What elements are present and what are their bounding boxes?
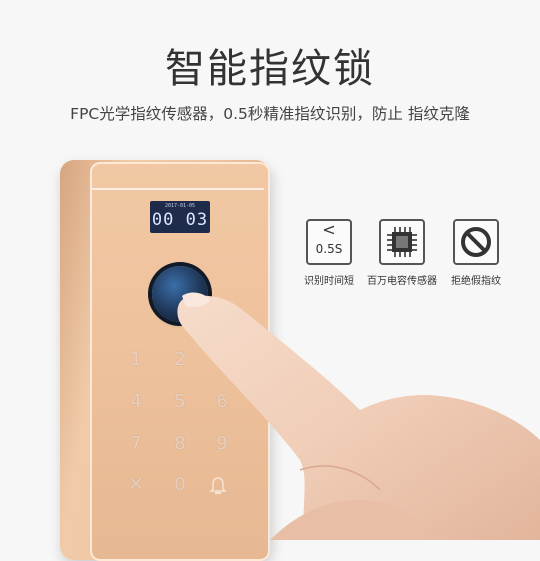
page-title: 智能指纹锁 [165,46,375,92]
key-8[interactable]: 8 [170,433,190,454]
less-than-symbol: < [322,220,336,239]
display-time: 00 03 [151,210,209,230]
feature-label-anti-fake: 拒绝假指纹 [451,276,501,287]
doorbell-icon[interactable] [209,476,227,496]
speed-icon: < 0.5S [306,219,352,265]
key-4[interactable]: 4 [126,391,146,412]
key-3[interactable]: 3 [212,349,232,370]
prohibited-graphic [461,227,491,257]
key-0[interactable]: 0 [170,474,190,495]
key-2[interactable]: 2 [170,349,190,370]
lock-display: 2017-01-05 00 03 [150,201,210,233]
key-1[interactable]: 1 [126,349,146,370]
prohibited-icon [453,219,499,265]
key-5[interactable]: 5 [170,391,190,412]
key-6[interactable]: 6 [212,391,232,412]
key-9[interactable]: 9 [212,433,232,454]
key-7[interactable]: 7 [126,433,146,454]
display-date: 2017-01-05 [164,203,196,209]
lock-highlight [92,188,264,190]
fingerprint-sensor[interactable] [152,266,208,322]
speed-value: 0.5S [315,242,343,256]
chip-graphic [387,227,417,257]
key-clear[interactable]: ✕ [126,474,146,495]
chip-icon [379,219,425,265]
page-subtitle: FPC光学指纹传感器，0.5秒精准指纹识别，防止 指纹克隆 [70,105,470,123]
